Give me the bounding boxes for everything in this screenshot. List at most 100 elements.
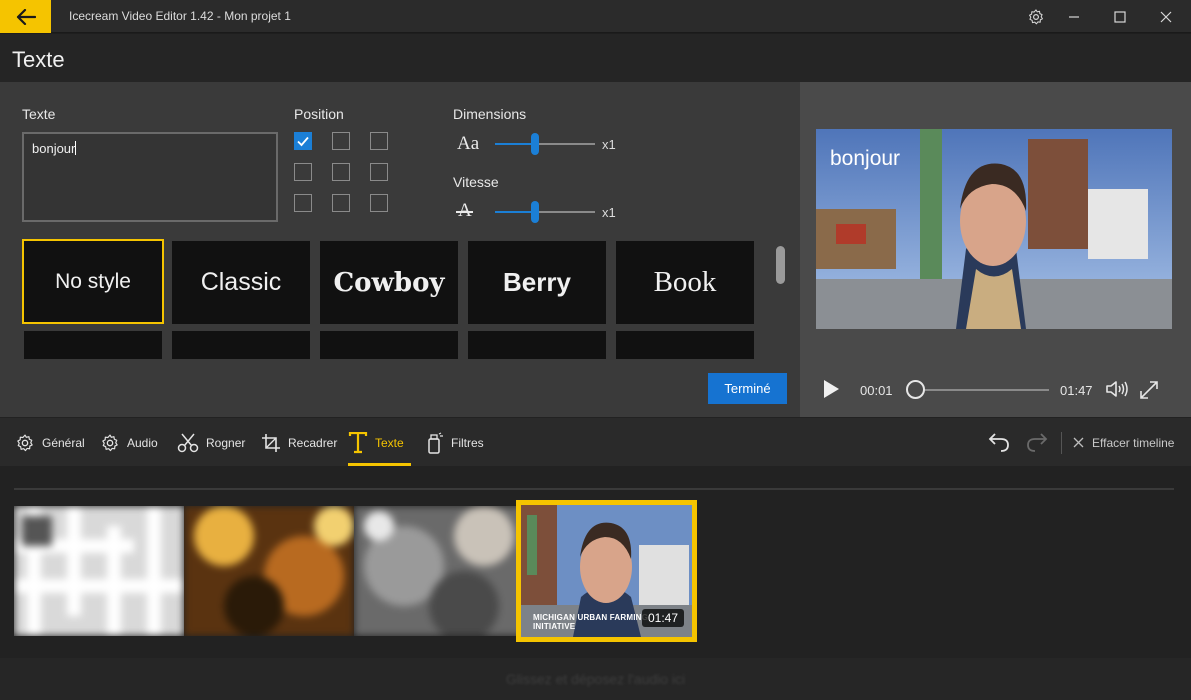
style-card-row2-2[interactable] bbox=[172, 331, 310, 359]
position-top-left[interactable] bbox=[294, 132, 312, 150]
page-header: Texte bbox=[0, 34, 1191, 82]
close-icon bbox=[1160, 11, 1172, 22]
seek-thumb[interactable] bbox=[906, 380, 925, 399]
tool-label: Recadrer bbox=[288, 435, 338, 450]
style-card-classic[interactable]: Classic bbox=[172, 241, 310, 324]
redo-icon bbox=[1027, 433, 1048, 452]
style-card-cowboy[interactable]: Cowboy bbox=[320, 241, 458, 324]
audio-drop-zone[interactable]: Glissez et déposez l'audio ici bbox=[0, 658, 1191, 700]
style-card-row2-1[interactable] bbox=[24, 331, 162, 359]
text-input[interactable]: bonjour bbox=[22, 132, 278, 222]
text-icon bbox=[348, 431, 368, 453]
position-top-right[interactable] bbox=[370, 132, 388, 150]
back-button[interactable] bbox=[0, 0, 51, 33]
gear-icon bbox=[1029, 8, 1043, 24]
font-size-icon: Aa bbox=[457, 133, 480, 154]
dimensions-slider-fill bbox=[495, 143, 535, 145]
styles-scrollbar-thumb[interactable] bbox=[776, 246, 785, 284]
style-card-row2-4[interactable] bbox=[468, 331, 606, 359]
gear-icon bbox=[17, 434, 33, 451]
style-card-row2-5[interactable] bbox=[616, 331, 754, 359]
text-edit-panel: Texte bonjour Position Dimensions Aa x1 … bbox=[0, 82, 800, 417]
position-middle-center[interactable] bbox=[332, 163, 350, 181]
audio-drop-label: Glissez et déposez l'audio ici bbox=[505, 671, 686, 687]
tool-label: Audio bbox=[127, 435, 158, 450]
clear-timeline-label: Effacer timeline bbox=[1092, 435, 1175, 450]
minimize-icon bbox=[1069, 15, 1079, 18]
minimize-button[interactable] bbox=[1051, 0, 1097, 33]
clip-duration: 01:47 bbox=[641, 609, 684, 627]
undo-button[interactable] bbox=[988, 431, 1010, 458]
tool-filters[interactable]: Filtres bbox=[426, 418, 484, 467]
style-card-no-style[interactable]: No style bbox=[22, 239, 164, 324]
position-label: Position bbox=[294, 106, 344, 122]
position-middle-left[interactable] bbox=[294, 163, 312, 181]
dimensions-slider-thumb[interactable] bbox=[531, 133, 539, 155]
play-icon bbox=[824, 380, 839, 398]
tool-trim[interactable]: Rogner bbox=[177, 418, 245, 467]
position-top-center[interactable] bbox=[332, 132, 350, 150]
text-input-value: bonjour bbox=[32, 141, 76, 156]
window-title: Icecream Video Editor 1.42 - Mon projet … bbox=[69, 9, 291, 23]
tool-audio[interactable]: Audio bbox=[100, 418, 158, 467]
total-time: 01:47 bbox=[1060, 383, 1093, 398]
tools-toolbar: Général Audio Rogner Recadrer Texte Filt… bbox=[0, 417, 1191, 466]
timeline-ruler bbox=[14, 488, 1174, 490]
arrow-left-icon bbox=[16, 8, 36, 25]
timeline-clip-1[interactable] bbox=[14, 506, 184, 636]
style-card-label: Berry bbox=[503, 267, 571, 297]
fullscreen-button[interactable] bbox=[1139, 380, 1159, 405]
done-button[interactable]: Terminé bbox=[708, 373, 787, 404]
position-middle-right[interactable] bbox=[370, 163, 388, 181]
volume-icon bbox=[1106, 381, 1128, 397]
close-button[interactable] bbox=[1143, 0, 1189, 33]
style-card-book[interactable]: Book bbox=[616, 241, 754, 324]
toolbar-divider bbox=[1061, 432, 1062, 454]
tool-label: Rogner bbox=[206, 435, 246, 450]
text-caret bbox=[75, 141, 77, 155]
timeline: MICHIGAN URBAN FARMING INITIATIVE 01:47 bbox=[0, 466, 1191, 658]
speed-slider-fill bbox=[495, 211, 535, 213]
close-icon bbox=[1073, 437, 1084, 448]
maximize-button[interactable] bbox=[1097, 0, 1143, 33]
tool-general[interactable]: Général bbox=[15, 418, 85, 467]
clear-timeline-button[interactable]: Effacer timeline bbox=[1073, 418, 1174, 467]
dimensions-multiplier: x1 bbox=[602, 137, 616, 152]
timeline-clip-3[interactable] bbox=[354, 506, 524, 636]
style-card-row2-3[interactable] bbox=[320, 331, 458, 359]
style-card-berry[interactable]: Berry bbox=[468, 241, 606, 324]
timeline-clip-selected[interactable]: MICHIGAN URBAN FARMING INITIATIVE 01:47 bbox=[516, 500, 697, 642]
style-card-label: Classic bbox=[200, 268, 282, 296]
timeline-clip-2[interactable] bbox=[184, 506, 354, 636]
tool-crop[interactable]: Recadrer bbox=[261, 418, 337, 467]
tool-label: Général bbox=[42, 435, 85, 450]
checkmark-icon bbox=[297, 136, 309, 147]
style-card-label: Cowboy bbox=[333, 267, 445, 298]
seek-bar[interactable] bbox=[910, 389, 1049, 391]
scissors-icon bbox=[177, 433, 199, 452]
undo-icon bbox=[988, 433, 1009, 452]
tool-label: Filtres bbox=[451, 435, 484, 450]
play-button[interactable] bbox=[822, 379, 840, 404]
fullscreen-icon bbox=[1140, 381, 1158, 399]
text-label: Texte bbox=[22, 106, 56, 122]
title-bar: Icecream Video Editor 1.42 - Mon projet … bbox=[0, 0, 1191, 33]
speed-multiplier: x1 bbox=[602, 205, 616, 220]
position-bottom-left[interactable] bbox=[294, 194, 312, 212]
style-card-label: Book bbox=[653, 266, 717, 298]
filter-icon bbox=[428, 431, 443, 454]
preview-overlay-text: bonjour bbox=[830, 147, 901, 170]
volume-button[interactable] bbox=[1105, 379, 1129, 404]
position-bottom-right[interactable] bbox=[370, 194, 388, 212]
video-preview: bonjour bbox=[816, 129, 1172, 329]
tool-text[interactable]: Texte bbox=[348, 418, 411, 467]
style-card-label: No style bbox=[55, 269, 131, 293]
position-bottom-center[interactable] bbox=[332, 194, 350, 212]
redo-button[interactable] bbox=[1026, 431, 1048, 458]
crop-icon bbox=[262, 433, 280, 452]
speed-label: Vitesse bbox=[453, 174, 499, 190]
gear-icon bbox=[102, 434, 118, 451]
maximize-icon bbox=[1114, 10, 1126, 23]
speed-slider-thumb[interactable] bbox=[531, 201, 539, 223]
preview-panel: bonjour 00:01 01:47 bbox=[800, 82, 1191, 417]
